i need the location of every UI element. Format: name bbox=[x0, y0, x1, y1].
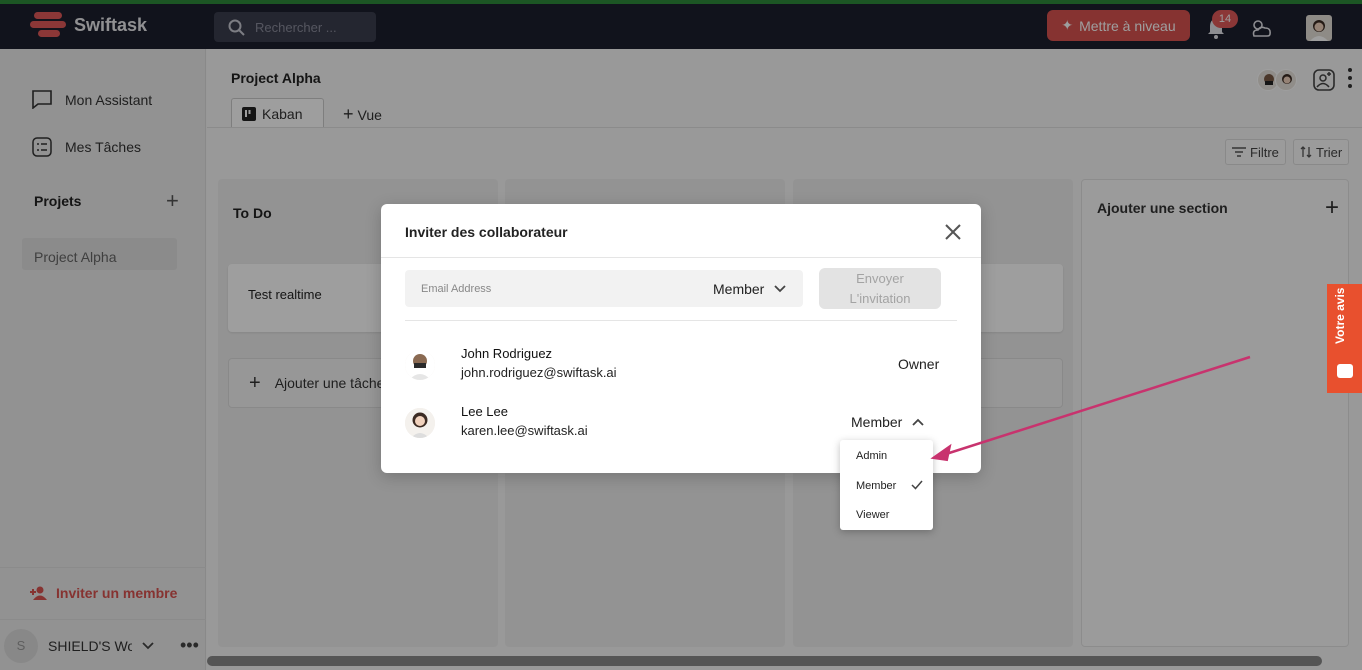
role-option-member[interactable]: Member bbox=[856, 480, 896, 492]
member-email: karen.lee@swiftask.ai bbox=[461, 423, 588, 438]
invite-modal: Inviter des collaborateur Member Envoyer… bbox=[381, 204, 981, 473]
role-option-admin[interactable]: Admin bbox=[856, 450, 887, 462]
member-row: Lee Lee karen.lee@swiftask.ai Member bbox=[405, 404, 957, 444]
send-label-line1: Envoyer bbox=[856, 271, 904, 286]
member-name: Lee Lee bbox=[461, 404, 508, 419]
chevron-down-icon bbox=[774, 284, 786, 292]
member-role: Owner bbox=[898, 356, 940, 372]
chevron-up-icon bbox=[912, 418, 924, 426]
user-avatar-icon bbox=[405, 408, 435, 438]
member-row: John Rodriguez john.rodriguez@swiftask.a… bbox=[405, 346, 957, 386]
check-icon bbox=[911, 480, 923, 490]
list-divider bbox=[405, 320, 957, 321]
member-name: John Rodriguez bbox=[461, 346, 553, 361]
feedback-label: Votre avis bbox=[1333, 287, 1347, 344]
close-icon[interactable] bbox=[944, 223, 962, 241]
email-field-container: Member bbox=[405, 270, 803, 307]
feedback-face-icon bbox=[1337, 364, 1353, 378]
user-avatar-icon bbox=[405, 350, 435, 380]
modal-divider bbox=[381, 257, 981, 258]
send-label-line2: L'invitation bbox=[849, 291, 911, 306]
role-dropdown-menu: Admin Member Viewer bbox=[840, 440, 933, 530]
member-role-select[interactable]: Member bbox=[851, 414, 924, 430]
send-invitation-button[interactable]: Envoyer L'invitation bbox=[819, 268, 941, 309]
member-avatar bbox=[405, 350, 435, 380]
feedback-tab[interactable]: Votre avis bbox=[1327, 284, 1362, 393]
role-option-viewer[interactable]: Viewer bbox=[856, 509, 889, 521]
member-role-value: Member bbox=[851, 414, 903, 430]
email-field[interactable] bbox=[421, 270, 691, 307]
modal-title: Inviter des collaborateur bbox=[405, 224, 568, 240]
member-email: john.rodriguez@swiftask.ai bbox=[461, 365, 617, 380]
invite-role-select[interactable]: Member bbox=[713, 270, 786, 307]
member-avatar bbox=[405, 408, 435, 438]
invite-role-value: Member bbox=[713, 280, 765, 297]
